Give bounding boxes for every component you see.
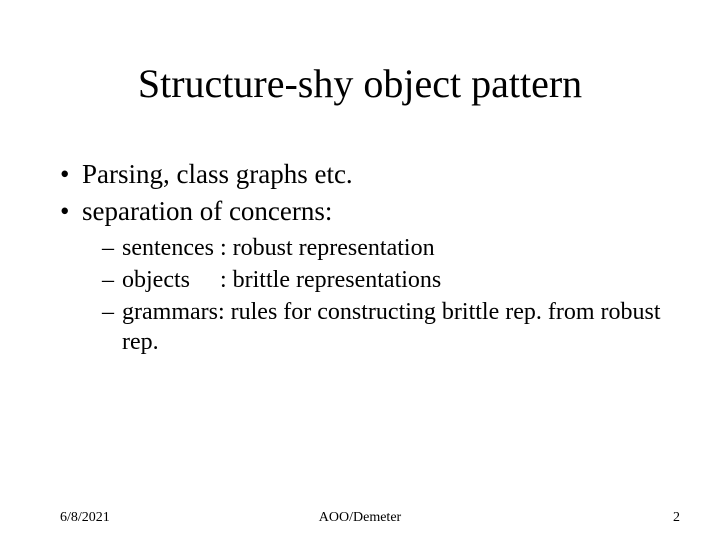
slide: Structure-shy object pattern •Parsing, c…	[0, 0, 720, 540]
slide-body: •Parsing, class graphs etc. •separation …	[60, 155, 670, 359]
list-item: •separation of concerns:	[60, 195, 670, 229]
dash-icon: –	[102, 233, 122, 263]
slide-title: Structure-shy object pattern	[0, 60, 720, 107]
list-item-text: sentences : robust representation	[122, 235, 435, 261]
footer-page-number: 2	[673, 510, 680, 526]
bullet-icon: •	[60, 158, 82, 192]
list-item-text: Parsing, class graphs etc.	[82, 159, 353, 189]
list-item: –objects : brittle representations	[102, 265, 670, 295]
list-item: –grammars: rules for constructing brittl…	[102, 297, 670, 357]
sublist: –sentences : robust representation –obje…	[102, 233, 670, 357]
list-item: –sentences : robust representation	[102, 233, 670, 263]
list-item-text: objects : brittle representations	[122, 267, 441, 293]
bullet-icon: •	[60, 195, 82, 229]
dash-icon: –	[102, 297, 122, 327]
footer-center: AOO/Demeter	[0, 510, 720, 526]
dash-icon: –	[102, 265, 122, 295]
list-item-text: separation of concerns:	[82, 196, 332, 226]
list-item: •Parsing, class graphs etc.	[60, 158, 670, 192]
list-item-text: grammars: rules for constructing brittle…	[122, 299, 661, 355]
